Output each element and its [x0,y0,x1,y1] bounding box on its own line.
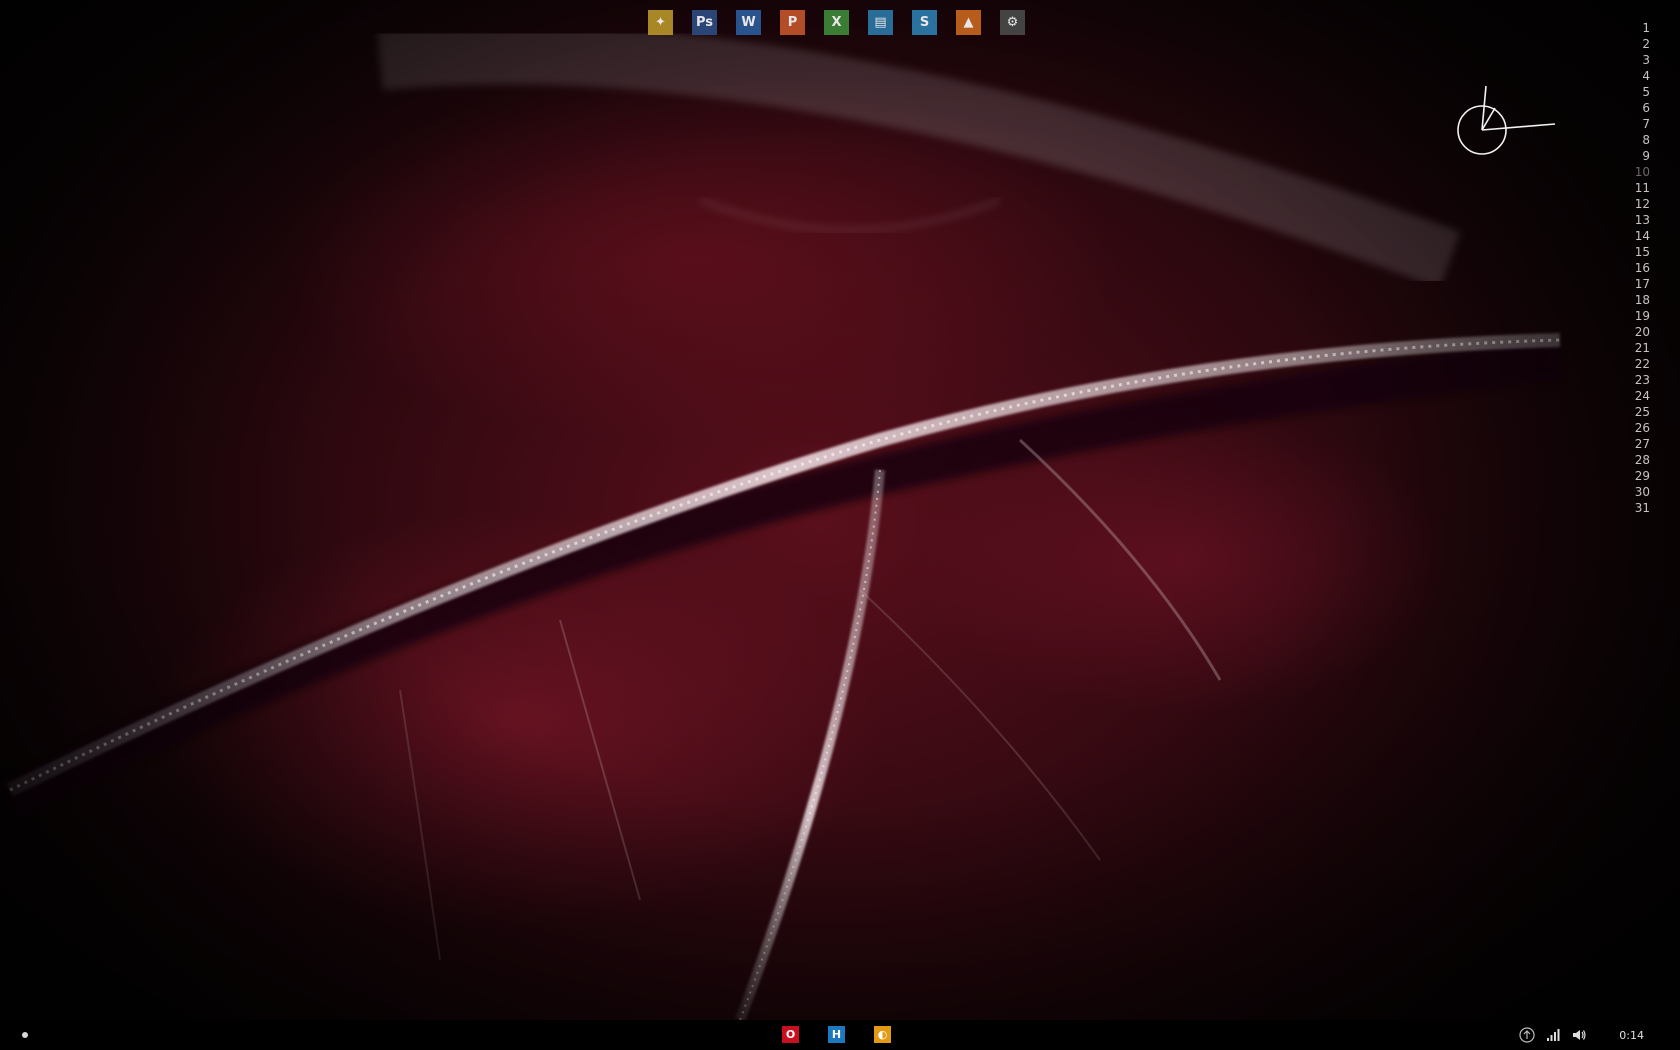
h-app-icon: H [831,1028,842,1041]
calendar-day: 31 [1634,501,1650,515]
upload-icon[interactable] [1519,1027,1535,1043]
calendar-day: 22 [1634,357,1650,371]
vlc-icon: ▲ [963,15,974,30]
launcher-item-8[interactable]: ⚙ [1000,10,1025,35]
powerpoint-icon: P [787,15,798,30]
skype-icon: S [919,15,930,30]
excel-icon: X [831,15,842,30]
rocket-icon: ✦ [655,15,666,30]
opera-icon: O [785,1028,796,1041]
calendar-day: 15 [1634,245,1650,259]
calendar-day: 26 [1634,421,1650,435]
wallpaper-frosted-leaf [0,0,1680,1050]
calendar-day: 28 [1634,453,1650,467]
taskbar-clock[interactable]: 0:14 [1619,1029,1644,1042]
desktop[interactable]: ✦ Ps W P X ▤ S ▲ ⚙ 1 2 3 4 5 6 7 8 9 10 … [0,0,1680,1050]
taskbar-pinned-apps: O H ◐ [782,1026,891,1043]
system-tray: 0:14 [1509,1020,1680,1050]
calendar-day: 7 [1642,117,1650,131]
analog-clock-widget [1450,80,1560,160]
taskbar-item-0[interactable]: O [782,1026,799,1043]
launcher-item-1[interactable]: Ps [692,10,717,35]
calendar-day: 1 [1642,21,1650,35]
calendar-day: 20 [1634,325,1650,339]
vertical-calendar: 1 2 3 4 5 6 7 8 9 10 11 12 13 14 15 16 17 18 19 20 21 22 23 24 2… [1635,20,1650,516]
volume-icon[interactable] [1571,1027,1587,1043]
calendar-day: 14 [1634,229,1650,243]
calendar-day: 10 [1634,165,1650,179]
calendar-day: 30 [1634,485,1650,499]
gear-icon: ⚙ [1006,15,1019,30]
app-launcher: ✦ Ps W P X ▤ S ▲ ⚙ [648,10,1025,36]
calendar-day: 19 [1634,309,1650,323]
launcher-item-2[interactable]: W [736,10,761,35]
signal-icon[interactable] [1545,1027,1561,1043]
folder-icon: ▤ [874,15,887,30]
orange-app-icon: ◐ [877,1028,888,1041]
calendar-day: 27 [1634,437,1650,451]
calendar-day: 5 [1642,85,1650,99]
calendar-day: 18 [1634,293,1650,307]
launcher-item-3[interactable]: P [780,10,805,35]
calendar-day: 13 [1634,213,1650,227]
clock-icon [1457,85,1556,155]
taskbar-item-2[interactable]: ◐ [874,1026,891,1043]
calendar-day: 25 [1634,405,1650,419]
calendar-day: 21 [1634,341,1650,355]
calendar-day: 3 [1642,53,1650,67]
launcher-item-6[interactable]: S [912,10,937,35]
calendar-day: 12 [1634,197,1650,211]
calendar-day: 2 [1642,37,1650,51]
photoshop-icon: Ps [695,15,714,30]
calendar-day: 23 [1634,373,1650,387]
start-button[interactable] [22,1032,28,1038]
taskbar: O H ◐ 0:14 [0,1020,1680,1050]
calendar-day: 6 [1642,101,1650,115]
launcher-item-7[interactable]: ▲ [956,10,981,35]
calendar-day: 9 [1642,149,1650,163]
calendar-day: 29 [1634,469,1650,483]
calendar-day: 17 [1634,277,1650,291]
word-icon: W [741,15,756,30]
calendar-day: 24 [1634,389,1650,403]
launcher-item-4[interactable]: X [824,10,849,35]
calendar-day: 16 [1634,261,1650,275]
launcher-item-5[interactable]: ▤ [868,10,893,35]
taskbar-item-1[interactable]: H [828,1026,845,1043]
leaf-veins [1,24,1563,1022]
calendar-day: 8 [1642,133,1650,147]
calendar-day: 4 [1642,69,1650,83]
calendar-day: 11 [1634,181,1650,195]
launcher-item-0[interactable]: ✦ [648,10,673,35]
